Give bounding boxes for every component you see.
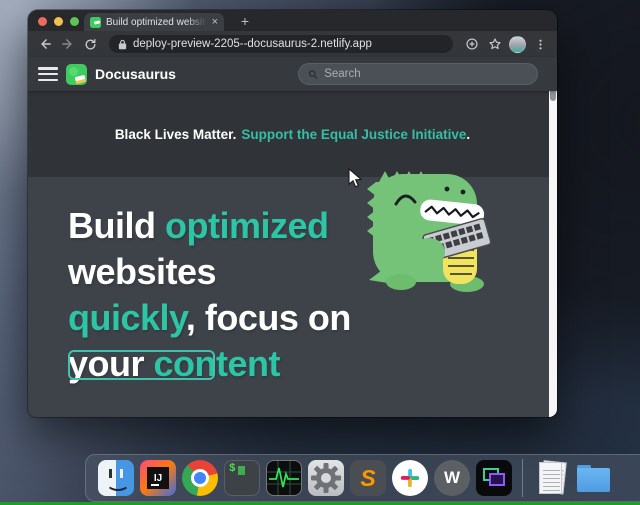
sublime-text-icon[interactable]: S <box>350 460 386 496</box>
tab-title: Build optimized websites quick <box>106 17 207 28</box>
bookmark-star-icon[interactable] <box>486 36 503 53</box>
site-title[interactable]: Docusaurus <box>95 66 176 82</box>
screens-app-icon[interactable] <box>476 460 512 496</box>
docusaurus-logo[interactable] <box>66 64 87 85</box>
tab-strip: Build optimized websites quick × + <box>28 10 557 31</box>
new-tab-button[interactable]: + <box>235 13 255 31</box>
menu-hamburger-icon[interactable] <box>38 67 58 81</box>
forward-button[interactable] <box>59 36 76 53</box>
documents-stack-icon[interactable] <box>533 460 569 496</box>
back-button[interactable] <box>36 36 53 53</box>
announcement-suffix: . <box>466 127 470 142</box>
browser-menu-icon[interactable] <box>532 36 549 53</box>
lock-icon <box>118 39 127 50</box>
search-box[interactable] <box>298 63 538 85</box>
page-content: Docusaurus Black Lives Matter. Support t… <box>28 57 557 417</box>
close-window-button[interactable] <box>38 17 47 26</box>
minimize-window-button[interactable] <box>54 17 63 26</box>
dock-divider <box>522 459 523 497</box>
dock: IJ S W <box>85 454 640 502</box>
reload-button[interactable] <box>82 36 99 53</box>
docusaurus-favicon <box>90 17 101 28</box>
terminal-icon[interactable] <box>224 460 260 496</box>
intellij-idea-icon[interactable]: IJ <box>140 460 176 496</box>
workplace-icon[interactable]: W <box>434 460 470 496</box>
finder-icon[interactable] <box>98 460 134 496</box>
tab-close-icon[interactable]: × <box>212 17 218 28</box>
url-text: deploy-preview-2205--docusaurus-2.netlif… <box>133 38 372 50</box>
page-scrollbar[interactable] <box>549 57 557 417</box>
browser-tab[interactable]: Build optimized websites quick × <box>84 13 224 31</box>
hero-cta-button[interactable] <box>68 350 215 380</box>
downloads-folder-icon[interactable] <box>575 460 611 496</box>
site-navbar: Docusaurus <box>28 57 557 91</box>
profile-avatar[interactable] <box>509 36 526 53</box>
chrome-icon[interactable] <box>182 460 218 496</box>
slack-icon[interactable] <box>392 460 428 496</box>
browser-window: Build optimized websites quick × + deplo… <box>28 10 557 417</box>
page-action-icon[interactable] <box>463 36 480 53</box>
window-controls <box>38 17 79 26</box>
address-bar[interactable]: deploy-preview-2205--docusaurus-2.netlif… <box>109 35 453 53</box>
activity-monitor-icon[interactable] <box>266 460 302 496</box>
zoom-window-button[interactable] <box>70 17 79 26</box>
announcement-link[interactable]: Support the Equal Justice Initiative <box>241 127 466 142</box>
dinosaur-illustration <box>363 160 498 293</box>
system-preferences-icon[interactable] <box>308 460 344 496</box>
hero-section: Build optimized websites quickly, focus … <box>28 177 557 417</box>
browser-toolbar: deploy-preview-2205--docusaurus-2.netlif… <box>28 31 557 57</box>
search-icon <box>308 69 318 80</box>
announcement-text: Black Lives Matter. <box>115 127 237 142</box>
search-input[interactable] <box>324 68 528 80</box>
